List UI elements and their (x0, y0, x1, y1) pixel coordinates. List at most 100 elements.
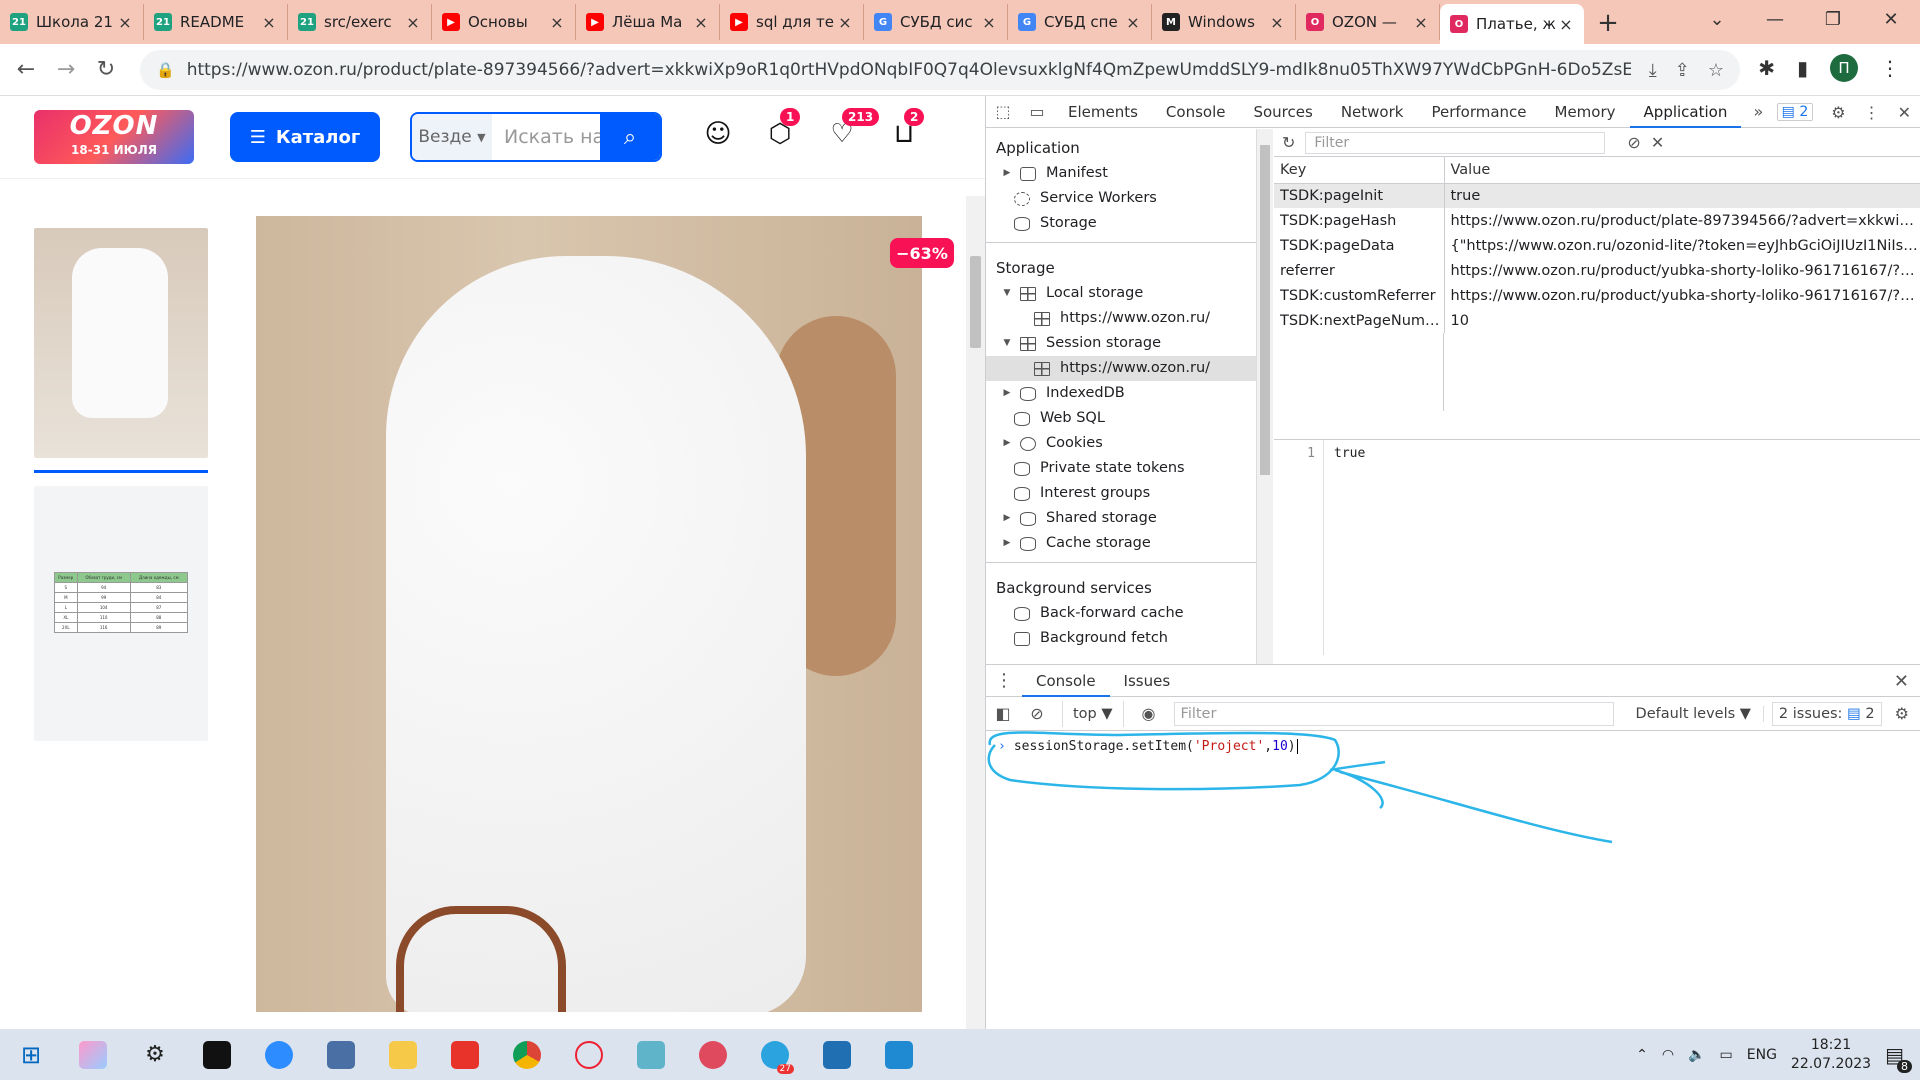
storage-row[interactable]: TSDK:pageData {"https://www.ozon.ru/ozoni… (1274, 233, 1920, 258)
orders-box-icon[interactable]: ⬡ 1 (762, 108, 801, 154)
devtools-tab-memory[interactable]: Memory (1541, 96, 1630, 128)
tree-item-websql[interactable]: Web SQL (986, 406, 1256, 431)
browser-tab-5[interactable]: ▶ sql для те × (720, 4, 864, 40)
browser-tab-8[interactable]: M Windows × (1152, 4, 1296, 40)
calculator-app-icon[interactable] (310, 1029, 372, 1080)
side-panel-icon[interactable]: ▮ (1797, 56, 1808, 80)
menu-kebab-icon[interactable]: ⋮ (1880, 56, 1900, 80)
settings-gear-icon[interactable]: ⚙ (1831, 103, 1845, 122)
new-tab-button[interactable]: + (1590, 8, 1626, 38)
collapse-arrow-icon[interactable]: ▼ (1000, 331, 1014, 356)
reload-button[interactable]: ↻ (86, 57, 126, 82)
browser-tab-0[interactable]: 21 Школа 21 × (0, 4, 144, 40)
tab-close-icon[interactable]: × (1269, 13, 1285, 32)
omnibox[interactable]: 🔒 https://www.ozon.ru/product/plate-8973… (140, 50, 1740, 90)
browser-tab-6[interactable]: G СУБД сис × (864, 4, 1008, 40)
tab-close-icon[interactable]: × (693, 13, 709, 32)
console-issues-button[interactable]: 2 issues: ▤ 2 (1771, 701, 1882, 726)
tray-chevron-up-icon[interactable]: ⌃ (1636, 1047, 1648, 1063)
console-input-line[interactable]: › sessionStorage.setItem('Project',10) (986, 735, 1306, 759)
paint-app-icon[interactable] (62, 1029, 124, 1080)
devtools-menu-icon[interactable]: ⋮ (1864, 103, 1880, 122)
tree-item-session-origin[interactable]: https://www.ozon.ru/ (986, 356, 1256, 381)
network-icon[interactable]: ◠ (1662, 1047, 1674, 1063)
live-expression-eye-icon[interactable]: ◉ (1132, 704, 1166, 723)
telegram-icon[interactable]: 27 (744, 1029, 806, 1080)
tree-item-service-workers[interactable]: Service Workers (986, 186, 1256, 211)
cart-icon[interactable]: ⊔ 2 (886, 108, 925, 154)
close-devtools-icon[interactable]: ✕ (1898, 103, 1911, 122)
game-app-icon[interactable] (682, 1029, 744, 1080)
tree-item-cookies[interactable]: ▶ Cookies (986, 431, 1256, 456)
tree-item-local-origin[interactable]: https://www.ozon.ru/ (986, 306, 1256, 331)
clear-console-icon[interactable]: ⊘ (1020, 704, 1054, 723)
context-select[interactable]: top ▼ (1062, 700, 1124, 727)
search-input[interactable]: Искать на (492, 126, 600, 148)
favorites-heart-icon[interactable]: ♡ 213 (824, 108, 880, 154)
expand-arrow-icon[interactable]: ▶ (1000, 381, 1014, 406)
storage-row[interactable]: TSDK:pageHash https://www.ozon.ru/product… (1274, 208, 1920, 233)
tree-item-shared-storage[interactable]: ▶ Shared storage (986, 506, 1256, 531)
page-scroll-thumb[interactable] (970, 256, 981, 348)
col-header-key[interactable]: Key (1274, 157, 1445, 184)
catalog-button[interactable]: ☰ Каталог (230, 112, 380, 162)
storage-filter-input[interactable]: Filter (1305, 131, 1606, 154)
profile-smile-icon[interactable]: ☺ (700, 114, 736, 154)
language-indicator[interactable]: ENG (1747, 1047, 1777, 1063)
tab-close-icon[interactable]: × (1558, 15, 1574, 34)
tab-close-icon[interactable]: × (1413, 13, 1429, 32)
forward-button[interactable]: → (46, 57, 86, 82)
browser-tab-9[interactable]: O OZON — × (1296, 4, 1440, 40)
notifications-icon[interactable]: ▤ 8 (1885, 1043, 1912, 1073)
tree-item-bfcache[interactable]: Back-forward cache (986, 601, 1256, 626)
tree-item-private-state-tokens[interactable]: Private state tokens (986, 456, 1256, 481)
drawer-tab-console[interactable]: Console (1022, 665, 1110, 697)
console-settings-gear-icon[interactable]: ⚙ (1895, 704, 1909, 723)
chrome-icon[interactable] (496, 1029, 558, 1080)
delete-selected-icon[interactable]: ✕ (1651, 133, 1664, 152)
extensions-icon[interactable]: ✱ (1758, 56, 1775, 80)
product-main-image[interactable] (256, 216, 922, 1012)
settings-gear-app-icon[interactable]: ⚙ (124, 1029, 186, 1080)
clock[interactable]: 18:21 22.07.2023 (1791, 1036, 1871, 1074)
tab-close-icon[interactable]: × (549, 13, 565, 32)
devtools-tab-sources[interactable]: Sources (1239, 96, 1326, 128)
col-header-value[interactable]: Value (1444, 157, 1920, 184)
browser-tab-3[interactable]: ▶ Основы × (432, 4, 576, 40)
refresh-icon[interactable]: ↻ (1282, 133, 1295, 152)
issues-counter[interactable]: ▤ 2 (1776, 103, 1814, 121)
tree-item-background-fetch[interactable]: Background fetch (986, 626, 1256, 651)
notepad-app-icon[interactable] (620, 1029, 682, 1080)
tab-search-icon[interactable]: ⌄ (1688, 0, 1746, 40)
tab-close-icon[interactable]: × (261, 13, 277, 32)
terminal-app-icon[interactable] (186, 1029, 248, 1080)
lock-icon[interactable]: 🔒 (156, 61, 175, 79)
devtools-tab-console[interactable]: Console (1152, 96, 1240, 128)
inspect-element-icon[interactable]: ⬚ (986, 102, 1020, 121)
tree-scroll-thumb[interactable] (1260, 145, 1270, 475)
devtools-tab-elements[interactable]: Elements (1054, 96, 1152, 128)
clear-all-icon[interactable]: ⊘ (1627, 133, 1640, 152)
vscode-icon[interactable] (868, 1029, 930, 1080)
file-explorer-icon[interactable] (372, 1029, 434, 1080)
share-icon[interactable]: ⇪ (1675, 60, 1690, 81)
tree-item-indexeddb[interactable]: ▶ IndexedDB (986, 381, 1256, 406)
browser-tab-2[interactable]: 21 src/exerc × (288, 4, 432, 40)
devtools-tab-performance[interactable]: Performance (1417, 96, 1540, 128)
search-scope-select[interactable]: Везде ▼ (412, 114, 492, 160)
storage-row[interactable]: referrer https://www.ozon.ru/product/yubk… (1274, 258, 1920, 283)
tree-item-interest-groups[interactable]: Interest groups (986, 481, 1256, 506)
browser-tab-7[interactable]: G СУБД спе × (1008, 4, 1152, 40)
bookmark-star-icon[interactable]: ☆ (1708, 60, 1724, 81)
ozon-logo[interactable]: OZON 18-31 ИЮЛЯ (34, 110, 194, 164)
close-drawer-icon[interactable]: ✕ (1894, 671, 1909, 692)
page-vertical-scrollbar[interactable] (966, 196, 985, 1029)
browser-tab-4[interactable]: ▶ Лёша Ма × (576, 4, 720, 40)
drawer-tab-issues[interactable]: Issues (1110, 665, 1185, 697)
tree-item-session-storage[interactable]: ▼ Session storage (986, 331, 1256, 356)
storage-row[interactable]: TSDK:customReferrer https://www.ozon.ru/p… (1274, 283, 1920, 308)
photos-app-icon[interactable] (806, 1029, 868, 1080)
profile-avatar[interactable]: П (1830, 54, 1858, 82)
close-window-button[interactable]: ✕ (1862, 0, 1920, 40)
minimize-button[interactable]: — (1746, 0, 1804, 40)
